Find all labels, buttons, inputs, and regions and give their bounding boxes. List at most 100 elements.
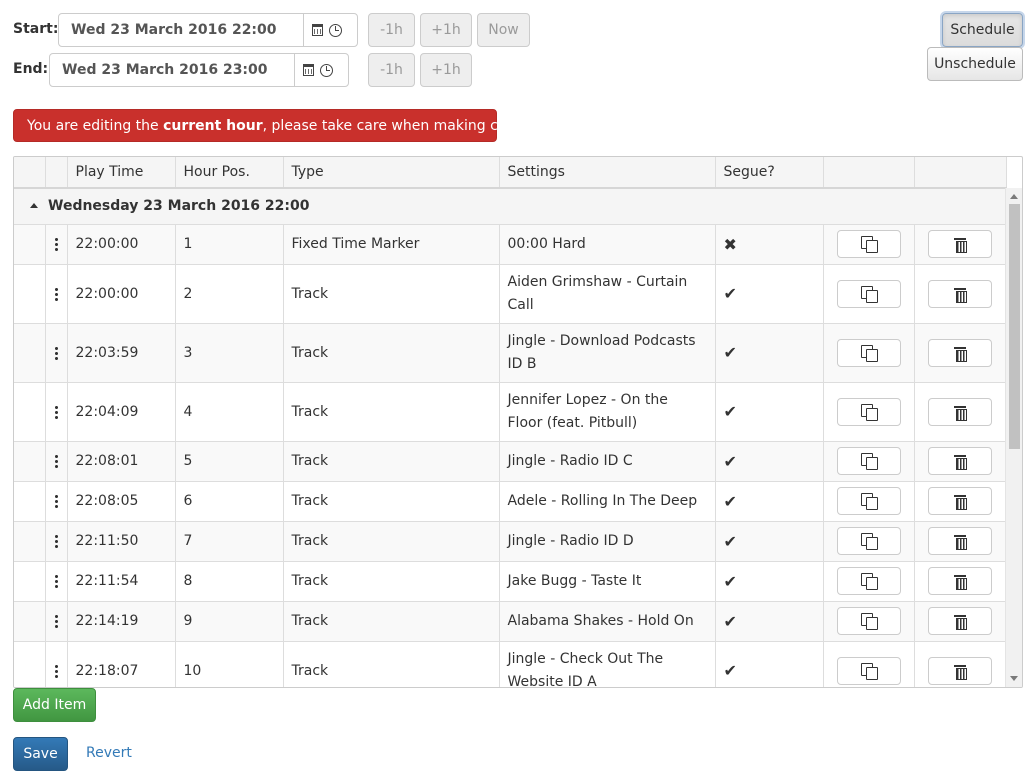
delete-row-button[interactable]	[928, 607, 992, 635]
drag-handle-icon[interactable]	[54, 345, 58, 360]
type-cell[interactable]: Track	[282, 480, 500, 522]
end-datetime-picker[interactable]	[49, 53, 349, 87]
settings-cell[interactable]: Jingle - Radio ID D	[498, 520, 716, 562]
start-picker-addon[interactable]	[303, 14, 350, 46]
copy-row-button[interactable]	[836, 656, 901, 685]
table-row[interactable]: 22:11:54 8 Track Jake Bugg - Taste It ✔	[14, 560, 1007, 602]
drag-handle-cell[interactable]	[44, 600, 68, 642]
header-segue[interactable]: Segue?	[714, 157, 824, 189]
settings-cell[interactable]: Jennifer Lopez - On the Floor (feat. Pit…	[498, 381, 716, 442]
copy-row-button[interactable]	[836, 230, 901, 258]
start-datetime-picker[interactable]	[58, 13, 358, 47]
segue-cell[interactable]: ✔	[714, 263, 824, 324]
drag-handle-cell[interactable]	[44, 560, 68, 602]
table-row[interactable]: 22:18:07 10 Track Jingle - Check Out The We…	[14, 640, 1007, 687]
segue-cell[interactable]: ✔	[714, 381, 824, 442]
segue-cell[interactable]: ✔	[714, 600, 824, 642]
group-header-cell[interactable]: Wednesday 23 March 2016 22:00	[14, 187, 1006, 225]
copy-row-button[interactable]	[836, 527, 901, 555]
drag-handle-icon[interactable]	[54, 534, 58, 548]
drag-handle-icon[interactable]	[54, 614, 58, 628]
start-plus-hour-button[interactable]: +1h	[420, 13, 472, 47]
settings-cell[interactable]: Jingle - Download Podcasts ID B	[498, 322, 716, 383]
segue-cell[interactable]: ✔	[714, 640, 824, 687]
delete-row-button[interactable]	[928, 656, 992, 685]
drag-handle-icon[interactable]	[54, 286, 58, 301]
clock-icon[interactable]	[320, 63, 333, 77]
settings-cell[interactable]: Jingle - Radio ID C	[498, 440, 716, 482]
segue-cell[interactable]: ✖	[714, 223, 824, 265]
copy-row-button[interactable]	[836, 567, 901, 595]
delete-row-button[interactable]	[928, 279, 992, 308]
copy-row-button[interactable]	[836, 279, 901, 308]
drag-handle-icon[interactable]	[54, 494, 58, 508]
calendar-icon[interactable]	[303, 64, 314, 76]
type-cell[interactable]: Track	[282, 520, 500, 562]
table-row[interactable]: 22:03:59 3 Track Jingle - Download Podcasts…	[14, 322, 1007, 383]
grid-scrollbar[interactable]	[1005, 188, 1022, 687]
delete-row-button[interactable]	[928, 338, 992, 367]
header-hour-pos[interactable]: Hour Pos.	[174, 157, 284, 189]
copy-row-button[interactable]	[836, 397, 901, 426]
end-minus-hour-button[interactable]: -1h	[368, 53, 415, 87]
settings-cell[interactable]: Alabama Shakes - Hold On	[498, 600, 716, 642]
drag-handle-icon[interactable]	[54, 237, 58, 251]
end-plus-hour-button[interactable]: +1h	[420, 53, 472, 87]
drag-handle-icon[interactable]	[54, 404, 58, 419]
type-cell[interactable]: Track	[282, 263, 500, 324]
end-picker-addon[interactable]	[294, 54, 341, 86]
type-cell[interactable]: Fixed Time Marker	[282, 223, 500, 265]
copy-row-button[interactable]	[836, 487, 901, 515]
type-cell[interactable]: Track	[282, 440, 500, 482]
drag-handle-cell[interactable]	[44, 263, 68, 324]
add-item-button[interactable]: Add Item	[13, 688, 96, 722]
type-cell[interactable]: Track	[282, 322, 500, 383]
type-cell[interactable]: Track	[282, 560, 500, 602]
settings-cell[interactable]: Jingle - Check Out The Website ID A	[498, 640, 716, 687]
settings-cell[interactable]: 00:00 Hard	[498, 223, 716, 265]
drag-handle-icon[interactable]	[54, 663, 58, 678]
scrollbar-thumb[interactable]	[1009, 204, 1020, 449]
end-datetime-input[interactable]	[50, 54, 294, 86]
drag-handle-icon[interactable]	[54, 574, 58, 588]
drag-handle-cell[interactable]	[44, 223, 68, 265]
copy-row-button[interactable]	[836, 338, 901, 367]
drag-handle-cell[interactable]	[44, 520, 68, 562]
delete-row-button[interactable]	[928, 527, 992, 555]
table-row[interactable]: 22:00:00 2 Track Aiden Grimshaw - Curtain C…	[14, 263, 1007, 324]
table-row[interactable]: 22:11:50 7 Track Jingle - Radio ID D ✔	[14, 520, 1007, 562]
drag-handle-cell[interactable]	[44, 322, 68, 383]
table-row[interactable]: 22:08:05 6 Track Adele - Rolling In The Dee…	[14, 480, 1007, 522]
settings-cell[interactable]: Adele - Rolling In The Deep	[498, 480, 716, 522]
drag-handle-cell[interactable]	[44, 381, 68, 442]
drag-handle-cell[interactable]	[44, 640, 68, 687]
settings-cell[interactable]: Jake Bugg - Taste It	[498, 560, 716, 602]
type-cell[interactable]: Track	[282, 381, 500, 442]
header-settings[interactable]: Settings	[498, 157, 716, 189]
drag-handle-cell[interactable]	[44, 440, 68, 482]
now-button[interactable]: Now	[477, 13, 530, 47]
table-row[interactable]: 22:08:01 5 Track Jingle - Radio ID C ✔	[14, 440, 1007, 482]
save-button[interactable]: Save	[13, 737, 68, 771]
delete-row-button[interactable]	[928, 397, 992, 426]
calendar-icon[interactable]	[312, 24, 323, 36]
clock-icon[interactable]	[329, 23, 342, 37]
segue-cell[interactable]: ✔	[714, 322, 824, 383]
copy-row-button[interactable]	[836, 447, 901, 475]
header-type[interactable]: Type	[282, 157, 500, 189]
delete-row-button[interactable]	[928, 567, 992, 595]
copy-row-button[interactable]	[836, 607, 901, 635]
delete-row-button[interactable]	[928, 487, 992, 515]
scroll-down-arrow-icon[interactable]	[1010, 676, 1018, 681]
start-minus-hour-button[interactable]: -1h	[368, 13, 415, 47]
scroll-up-arrow-icon[interactable]	[1010, 194, 1018, 199]
delete-row-button[interactable]	[928, 447, 992, 475]
table-row[interactable]: 22:00:00 1 Fixed Time Marker 00:00 Hard ✖	[14, 223, 1007, 265]
type-cell[interactable]: Track	[282, 640, 500, 687]
start-datetime-input[interactable]	[59, 14, 303, 46]
header-play-time[interactable]: Play Time	[66, 157, 176, 189]
segue-cell[interactable]: ✔	[714, 440, 824, 482]
group-header-row[interactable]: Wednesday 23 March 2016 22:00	[14, 187, 1006, 225]
settings-cell[interactable]: Aiden Grimshaw - Curtain Call	[498, 263, 716, 324]
segue-cell[interactable]: ✔	[714, 560, 824, 602]
